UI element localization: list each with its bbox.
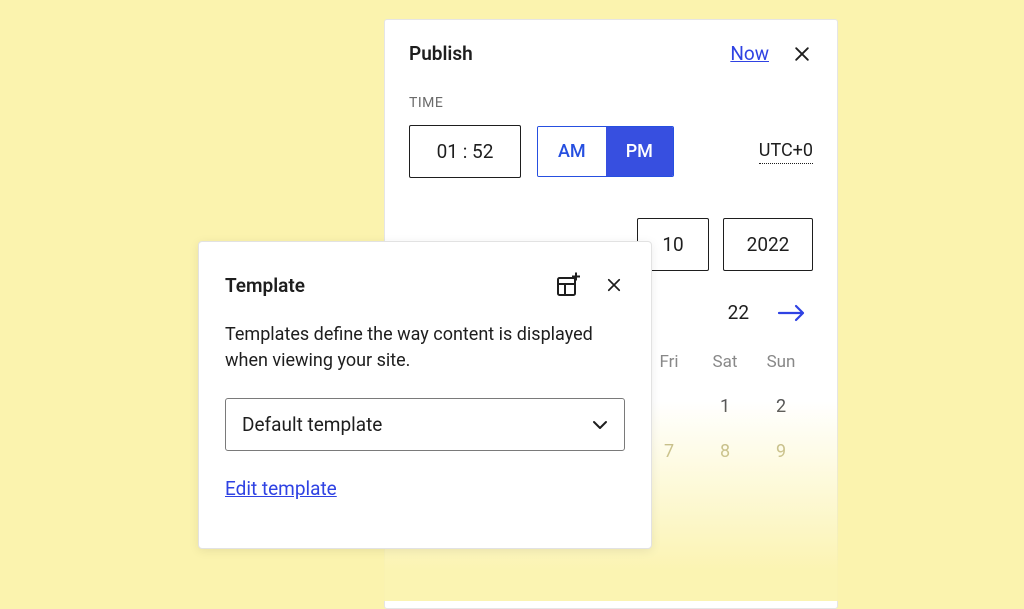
template-description: Templates define the way content is disp…	[225, 322, 625, 374]
template-header: Template	[225, 272, 625, 298]
arrow-right-icon[interactable]	[777, 303, 807, 323]
ampm-toggle[interactable]: AM PM	[537, 126, 674, 177]
calendar-month-year-suffix: 22	[728, 301, 749, 324]
calendar-cell[interactable]: 2	[753, 396, 809, 417]
edit-template-link[interactable]: Edit template	[225, 477, 337, 500]
template-select-value: Default template	[242, 413, 382, 436]
template-header-actions	[555, 272, 625, 298]
close-icon[interactable]	[603, 274, 625, 296]
publish-title: Publish	[409, 42, 473, 65]
date-year-input[interactable]: 2022	[723, 218, 813, 271]
time-label: TIME	[409, 95, 813, 111]
close-icon[interactable]	[791, 43, 813, 65]
new-template-icon[interactable]	[555, 272, 581, 298]
calendar-cell[interactable]: 1	[697, 396, 753, 417]
utc-offset[interactable]: UTC+0	[759, 140, 813, 164]
publish-now-link[interactable]: Now	[730, 42, 769, 65]
time-row: 01 : 52 AM PM UTC+0	[409, 125, 813, 178]
chevron-down-icon	[592, 420, 608, 430]
time-input[interactable]: 01 : 52	[409, 125, 521, 178]
calendar-cell[interactable]: 8	[697, 441, 753, 462]
calendar-cell[interactable]: 9	[753, 441, 809, 462]
template-panel: Template Templates define the way conten…	[198, 241, 652, 549]
pm-button[interactable]: PM	[606, 127, 673, 176]
template-title: Template	[225, 274, 305, 297]
template-select[interactable]: Default template	[225, 398, 625, 451]
publish-header-actions: Now	[730, 42, 813, 65]
time-hours: 01	[437, 140, 458, 163]
day-head-sat: Sat	[697, 352, 753, 372]
publish-header: Publish Now	[409, 42, 813, 65]
day-head-sun: Sun	[753, 352, 809, 372]
am-button[interactable]: AM	[538, 127, 606, 176]
time-minutes: 52	[472, 140, 493, 163]
